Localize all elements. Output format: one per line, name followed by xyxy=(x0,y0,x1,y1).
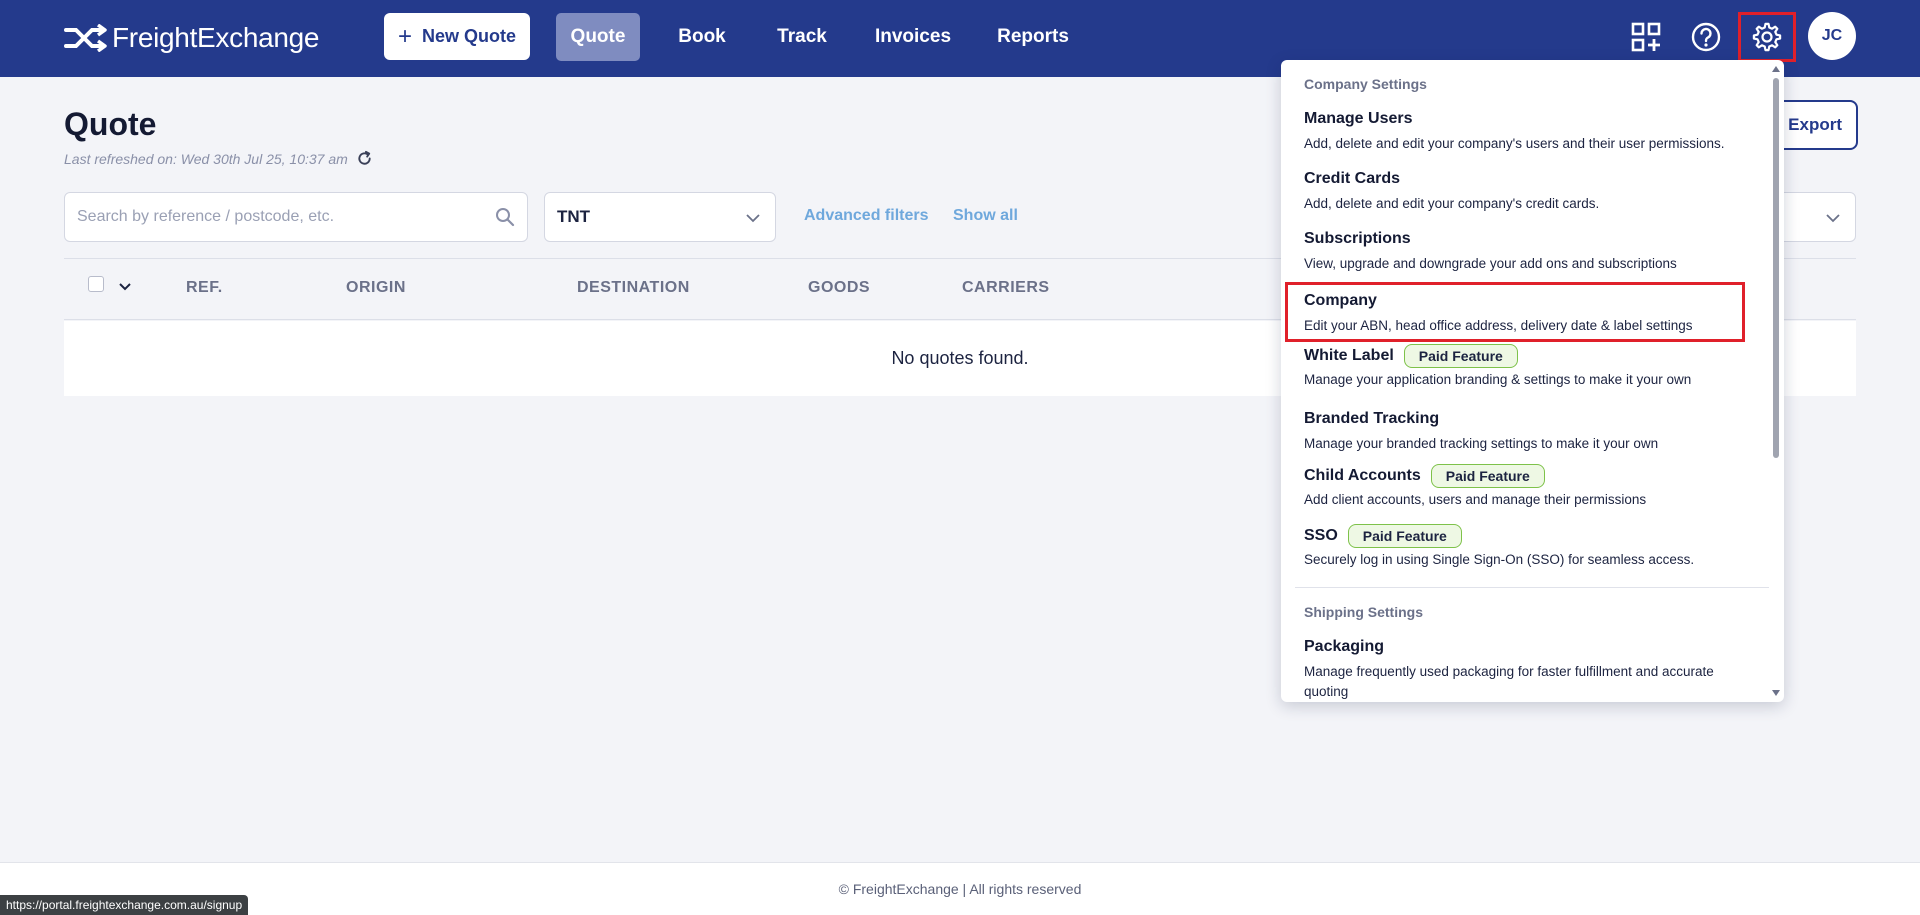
menu-item-description: View, upgrade and downgrade your add ons… xyxy=(1304,256,1677,271)
chevron-down-icon xyxy=(1826,214,1840,223)
new-quote-button[interactable]: + New Quote xyxy=(384,13,530,60)
search-icon[interactable] xyxy=(495,207,515,227)
column-header-destination: DESTINATION xyxy=(577,279,690,296)
shuffle-logo-icon xyxy=(64,24,107,52)
menu-item-branded-tracking[interactable]: Branded Tracking Manage your branded tra… xyxy=(1285,410,1745,468)
advanced-filters-link[interactable]: Advanced filters xyxy=(804,207,928,225)
status-bar-url: https://portal.freightexchange.com.au/si… xyxy=(0,895,249,915)
scroll-down-arrow-icon[interactable] xyxy=(1772,690,1780,696)
scroll-up-arrow-icon[interactable] xyxy=(1772,66,1780,72)
nav-tab-reports[interactable]: Reports xyxy=(990,13,1076,61)
menu-item-title: Child Accounts xyxy=(1304,467,1421,484)
paid-feature-badge: Paid Feature xyxy=(1347,524,1462,548)
empty-message: No quotes found. xyxy=(891,348,1029,368)
menu-item-title: Subscriptions xyxy=(1304,230,1411,247)
page-title: Quote xyxy=(64,106,157,142)
nav-tab-track[interactable]: Track xyxy=(762,13,842,61)
nav-tab-quote[interactable]: Quote xyxy=(556,13,640,61)
menu-item-description: Add, delete and edit your company's user… xyxy=(1304,136,1725,151)
column-header-ref: REF. xyxy=(186,279,223,296)
paid-feature-badge: Paid Feature xyxy=(1430,464,1545,488)
gear-icon xyxy=(1752,22,1782,52)
menu-item-sso[interactable]: SSO Paid Feature Securely log in using S… xyxy=(1285,524,1745,582)
apps-add-icon xyxy=(1631,22,1661,52)
menu-item-white-label[interactable]: White Label Paid Feature Manage your app… xyxy=(1285,344,1745,402)
menu-item-packaging[interactable]: Packaging Manage frequently used packagi… xyxy=(1285,638,1745,699)
column-header-carriers: CARRIERS xyxy=(962,279,1050,296)
chevron-down-icon[interactable] xyxy=(118,281,132,293)
carrier-select-value: TNT xyxy=(557,207,591,226)
menu-item-description: Add client accounts, users and manage th… xyxy=(1304,492,1647,507)
menu-item-title: Credit Cards xyxy=(1304,170,1401,187)
copyright-text: © FreightExchange | All rights reserved xyxy=(838,881,1082,897)
carrier-select[interactable]: TNT xyxy=(544,192,776,242)
menu-item-description: Edit your ABN, head office address, deli… xyxy=(1304,318,1693,333)
menu-item-title: Manage Users xyxy=(1304,110,1413,127)
menu-item-title: Branded Tracking xyxy=(1304,410,1440,427)
help-icon xyxy=(1691,22,1721,52)
search-box xyxy=(64,192,528,242)
user-avatar[interactable]: JC xyxy=(1808,12,1856,60)
apps-add-button[interactable] xyxy=(1624,15,1668,59)
select-all-checkbox[interactable] xyxy=(88,276,104,292)
menu-item-manage-users[interactable]: Manage Users Add, delete and edit your c… xyxy=(1285,110,1745,168)
settings-button[interactable] xyxy=(1738,12,1796,62)
menu-item-subscriptions[interactable]: Subscriptions View, upgrade and downgrad… xyxy=(1285,230,1745,288)
nav-tab-book[interactable]: Book xyxy=(664,13,740,61)
footer: © FreightExchange | All rights reserved xyxy=(0,862,1920,915)
column-header-origin: ORIGIN xyxy=(346,279,406,296)
paid-feature-badge: Paid Feature xyxy=(1403,344,1518,368)
chevron-down-icon xyxy=(746,214,760,223)
menu-item-description: Manage your branded tracking settings to… xyxy=(1304,436,1659,451)
scrollbar-thumb[interactable] xyxy=(1773,78,1779,458)
menu-item-child-accounts[interactable]: Child Accounts Paid Feature Add client a… xyxy=(1285,464,1745,522)
nav-tab-invoices[interactable]: Invoices xyxy=(868,13,958,61)
new-quote-label: New Quote xyxy=(422,26,517,46)
section-header-company-settings: Company Settings xyxy=(1304,76,1427,92)
menu-item-description: Manage frequently used packaging for fas… xyxy=(1304,664,1714,699)
menu-item-description: Add, delete and edit your company's cred… xyxy=(1304,196,1600,211)
last-refreshed-text: Last refreshed on: Wed 30th Jul 25, 10:3… xyxy=(64,150,348,167)
menu-item-description: Manage your application branding & setti… xyxy=(1304,372,1692,387)
section-header-shipping-settings: Shipping Settings xyxy=(1304,604,1423,620)
menu-item-credit-cards[interactable]: Credit Cards Add, delete and edit your c… xyxy=(1285,170,1745,228)
menu-item-description: Securely log in using Single Sign-On (SS… xyxy=(1304,552,1695,567)
plus-icon: + xyxy=(397,22,412,50)
settings-dropdown-menu: Company Settings Manage Users Add, delet… xyxy=(1281,60,1784,702)
brand-name: FreightExchange xyxy=(112,22,320,53)
menu-item-title: White Label xyxy=(1304,347,1394,364)
menu-item-company[interactable]: Company Edit your ABN, head office addre… xyxy=(1285,282,1745,342)
menu-item-title: Company xyxy=(1304,292,1377,309)
column-header-goods: GOODS xyxy=(808,279,871,296)
menu-item-title: SSO xyxy=(1304,527,1338,544)
search-input[interactable] xyxy=(77,193,477,241)
brand-logo[interactable]: FreightExchange xyxy=(64,22,319,54)
menu-item-title: Packaging xyxy=(1304,638,1385,655)
refresh-icon[interactable] xyxy=(356,150,373,167)
menu-divider xyxy=(1295,587,1769,588)
dropdown-scrollbar[interactable] xyxy=(1771,66,1781,696)
show-all-link[interactable]: Show all xyxy=(953,207,1018,225)
help-button[interactable] xyxy=(1684,15,1728,59)
last-refreshed: Last refreshed on: Wed 30th Jul 25, 10:3… xyxy=(64,150,373,167)
